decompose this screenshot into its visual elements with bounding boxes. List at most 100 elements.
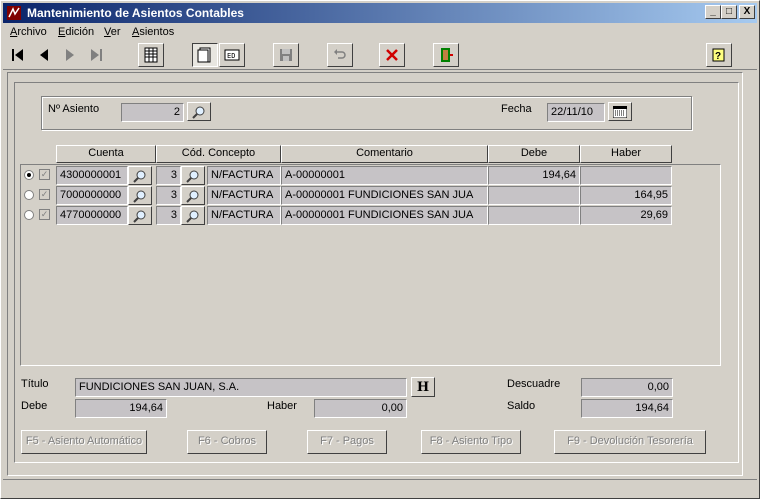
cobros-button[interactable]: F6 - Cobros — [187, 430, 267, 454]
search-concepto-button[interactable] — [181, 166, 205, 185]
svg-text:ED: ED — [227, 52, 235, 60]
row-checkbox[interactable]: ✓ — [39, 209, 50, 220]
calendar-button[interactable] — [608, 102, 632, 121]
search-concepto-button[interactable] — [181, 206, 205, 225]
descuadre-field: 0,00 — [581, 378, 673, 397]
menu-ver[interactable]: Ver — [104, 26, 121, 38]
h-button[interactable]: H — [411, 377, 435, 397]
saldo-label: Saldo — [507, 400, 536, 412]
last-record-button[interactable] — [83, 43, 109, 67]
first-icon — [12, 49, 23, 61]
magnifier-icon — [186, 190, 199, 203]
asiento-automatico-button[interactable]: F5 - Asiento Automático — [21, 430, 147, 454]
exit-button[interactable] — [433, 43, 459, 67]
col-haber[interactable]: Haber — [580, 145, 672, 163]
status-bar — [3, 479, 757, 497]
delete-button[interactable] — [379, 43, 405, 67]
col-debe[interactable]: Debe — [488, 145, 580, 163]
titulo-field[interactable]: FUNDICIONES SAN JUAN, S.A. — [75, 378, 407, 397]
menu-asientos[interactable]: Asientos — [132, 26, 174, 38]
haber-total-field: 0,00 — [314, 399, 407, 418]
debe-total-field: 194,64 — [75, 399, 167, 418]
next-record-button[interactable] — [57, 43, 83, 67]
cell-comentario[interactable]: A-00000001 FUNDICIONES SAN JUA — [281, 186, 488, 205]
row-radio[interactable] — [24, 210, 34, 220]
debe-label: Debe — [21, 400, 48, 412]
cell-haber[interactable]: 164,95 — [580, 186, 672, 205]
cell-cuenta[interactable]: 7000000000 — [56, 186, 128, 205]
row-radio[interactable] — [24, 170, 34, 180]
row-checkbox[interactable]: ✓ — [39, 169, 50, 180]
cell-haber[interactable] — [580, 166, 672, 185]
col-cod-concepto[interactable]: Cód. Concepto — [156, 145, 281, 163]
fecha-field[interactable]: 22/11/10 — [547, 103, 605, 122]
cell-concepto[interactable]: N/FACTURA — [207, 166, 281, 185]
calendar-icon — [613, 105, 627, 118]
fecha-label: Fecha — [501, 103, 532, 115]
table-icon — [144, 47, 158, 63]
prev-icon — [40, 49, 48, 61]
edit-icon: ED — [224, 49, 240, 61]
magnifier-icon — [133, 170, 146, 183]
cell-concepto[interactable]: N/FACTURA — [207, 206, 281, 225]
asiento-tipo-button[interactable]: F8 - Asiento Tipo — [421, 430, 521, 454]
cell-comentario[interactable]: A-00000001 — [281, 166, 488, 185]
magnifier-icon — [133, 210, 146, 223]
save-button[interactable] — [273, 43, 299, 67]
cell-cuenta[interactable]: 4300000001 — [56, 166, 128, 185]
saldo-field: 194,64 — [581, 399, 673, 418]
main-window: Mantenimiento de Asientos Contables _ □ … — [0, 0, 760, 499]
cell-cod[interactable]: 3 — [156, 166, 181, 185]
asiento-field[interactable]: 2 — [121, 103, 184, 122]
title-bar[interactable]: Mantenimiento de Asientos Contables _ □ … — [3, 3, 757, 23]
next-icon — [66, 49, 74, 61]
magnifier-icon — [133, 190, 146, 203]
form-icon — [197, 47, 211, 63]
delete-icon — [386, 49, 398, 61]
search-concepto-button[interactable] — [181, 186, 205, 205]
first-record-button[interactable] — [5, 43, 31, 67]
asiento-label: Nº Asiento — [48, 103, 100, 115]
titulo-label: Título — [21, 378, 49, 390]
row-checkbox[interactable]: ✓ — [39, 189, 50, 200]
maximize-button[interactable]: □ — [721, 5, 737, 19]
devolucion-tesoreria-button[interactable]: F9 - Devolución Tesorería — [554, 430, 706, 454]
col-cuenta[interactable]: Cuenta — [56, 145, 156, 163]
cell-debe[interactable] — [488, 206, 580, 225]
close-button[interactable]: X — [739, 5, 755, 19]
cell-debe[interactable]: 194,64 — [488, 166, 580, 185]
search-cuenta-button[interactable] — [128, 206, 152, 225]
prev-record-button[interactable] — [31, 43, 57, 67]
cell-concepto[interactable]: N/FACTURA — [207, 186, 281, 205]
menu-bar: Archivo Edición Ver Asientos — [3, 24, 757, 42]
magnifier-icon — [186, 210, 199, 223]
form-view-button[interactable] — [192, 43, 218, 67]
undo-icon — [334, 49, 346, 59]
col-comentario[interactable]: Comentario — [281, 145, 488, 163]
pagos-button[interactable]: F7 - Pagos — [307, 430, 387, 454]
edit-button[interactable]: ED — [219, 43, 245, 67]
cell-haber[interactable]: 29,69 — [580, 206, 672, 225]
menu-edicion[interactable]: Edición — [58, 26, 94, 38]
cell-debe[interactable] — [488, 186, 580, 205]
search-asiento-button[interactable] — [187, 102, 211, 121]
minimize-button[interactable]: _ — [705, 5, 721, 19]
app-icon — [7, 6, 21, 20]
window-title: Mantenimiento de Asientos Contables — [27, 6, 244, 20]
exit-door-icon — [441, 48, 453, 62]
cell-cuenta[interactable]: 4770000000 — [56, 206, 128, 225]
last-icon — [91, 49, 102, 61]
grid-view-button[interactable] — [138, 43, 164, 67]
row-radio[interactable] — [24, 190, 34, 200]
cell-cod[interactable]: 3 — [156, 186, 181, 205]
search-cuenta-button[interactable] — [128, 186, 152, 205]
toolbar: ED ? — [3, 42, 757, 70]
search-cuenta-button[interactable] — [128, 166, 152, 185]
cell-cod[interactable]: 3 — [156, 206, 181, 225]
undo-button[interactable] — [327, 43, 353, 67]
cell-comentario[interactable]: A-00000001 FUNDICIONES SAN JUA — [281, 206, 488, 225]
menu-archivo[interactable]: Archivo — [10, 26, 47, 38]
help-button[interactable]: ? — [706, 43, 732, 67]
save-icon — [280, 49, 292, 61]
svg-text:?: ? — [715, 51, 721, 62]
